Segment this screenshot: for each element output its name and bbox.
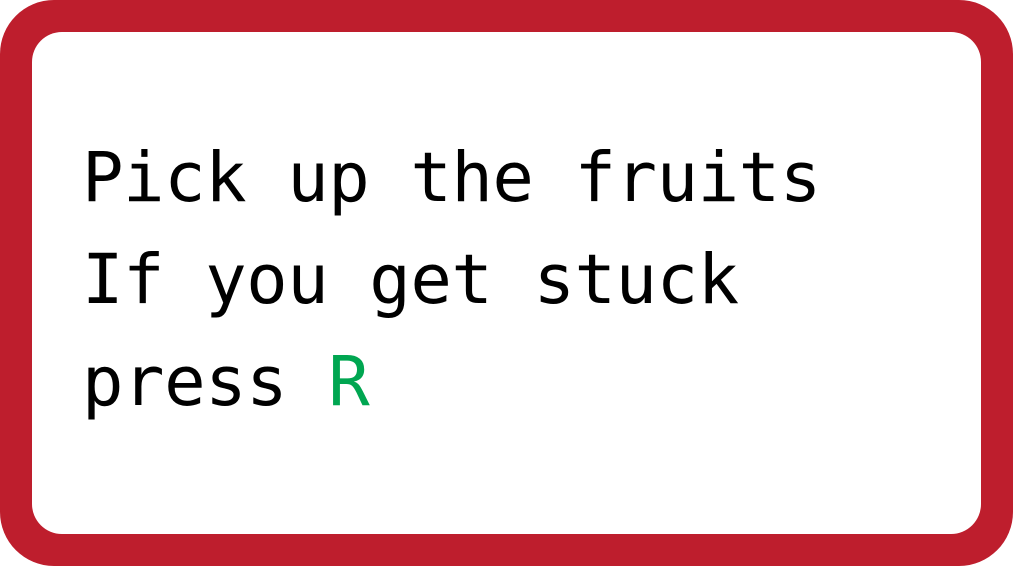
press-label: press: [82, 342, 329, 422]
instruction-text: Pick up the fruits If you get stuck press …: [82, 127, 821, 433]
instruction-line-pick-fruits: Pick up the fruits: [82, 138, 821, 218]
instruction-line-press-key: press R: [82, 331, 821, 433]
instruction-line-if-stuck: If you get stuck: [82, 240, 739, 320]
restart-key-label: R: [328, 342, 370, 422]
